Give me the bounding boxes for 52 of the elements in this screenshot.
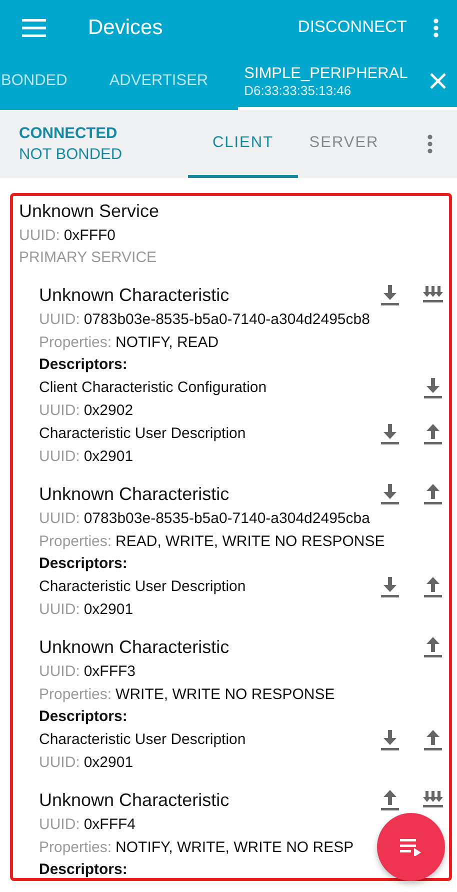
service-type: PRIMARY SERVICE	[19, 248, 158, 268]
characteristic-name: Unknown Characteristic	[39, 636, 230, 658]
bond-status: NOT BONDED	[19, 146, 124, 164]
mode-tab[interactable]: SERVER	[298, 110, 390, 178]
characteristic-name: Unknown Characteristic	[39, 790, 230, 810]
field-value: NOTIFY, WRITE, WRITE NO RESP	[116, 839, 354, 856]
field-value: 0xFFF3	[84, 663, 136, 680]
device-address: D6:33:33:35:13:46	[244, 82, 352, 98]
descriptors-heading: Descriptors:	[39, 554, 128, 574]
descriptor-name: Client Characteristic Configuration	[39, 378, 267, 398]
field-value: 0783b03e-8535-b5a0-7140-a304d2495cb8	[84, 311, 370, 328]
field-value: 0x2901	[84, 754, 134, 771]
device-tab[interactable]: BONDED	[1, 55, 80, 110]
field-label: UUID:	[19, 227, 60, 244]
device-tab[interactable]: ADVERTISER	[109, 55, 220, 110]
descriptors-heading: Descriptors:	[39, 707, 128, 727]
characteristic-name: Unknown Characteristic	[39, 284, 230, 306]
field-label: UUID:	[39, 311, 80, 328]
field-label: UUID:	[39, 601, 80, 618]
field-label: Properties:	[39, 334, 112, 351]
field-value: 0x2901	[84, 448, 134, 465]
tab-label: BONDED	[1, 72, 68, 90]
field-label: UUID:	[39, 510, 80, 527]
disconnect-button[interactable]: DISCONNECT	[294, 18, 411, 37]
descriptors-heading: Descriptors:	[39, 355, 128, 375]
connection-status: CONNECTED	[19, 124, 118, 142]
tab-label: ADVERTISER	[109, 72, 208, 90]
field-value: NOTIFY, READ	[116, 334, 219, 351]
characteristic-name: Unknown Characteristic	[39, 484, 230, 504]
field-label: UUID:	[39, 448, 80, 465]
field-label: UUID:	[39, 754, 80, 771]
field-label: Properties:	[39, 686, 112, 703]
service-name: Unknown Service	[19, 200, 160, 223]
field-label: Properties:	[39, 839, 112, 856]
descriptor-name: Characteristic User Description	[39, 424, 246, 444]
app-title: Devices	[88, 16, 164, 40]
field-value: 0783b03e-8535-b5a0-7140-a304d2495cba	[84, 510, 370, 527]
field-value: 0xFFF4	[84, 816, 136, 833]
descriptor-name: Characteristic User Description	[39, 577, 246, 597]
field-label: Properties:	[39, 533, 112, 550]
field-value: 0xFFF0	[64, 227, 116, 244]
tab-label: SIMPLE_PERIPHERAL	[244, 64, 408, 82]
mode-tab[interactable]: CLIENT	[188, 110, 298, 178]
field-value: WRITE, WRITE NO RESPONSE	[116, 686, 335, 703]
field-label: UUID:	[39, 402, 80, 419]
field-value: 0x2901	[84, 601, 134, 618]
field-value: 0x2902	[84, 402, 134, 419]
field-value: READ, WRITE, WRITE NO RESPONSE	[116, 533, 385, 550]
field-label: UUID:	[39, 816, 80, 833]
descriptor-name: Characteristic User Description	[39, 730, 246, 750]
descriptors-heading: Descriptors:	[39, 860, 128, 880]
field-label: UUID:	[39, 663, 80, 680]
